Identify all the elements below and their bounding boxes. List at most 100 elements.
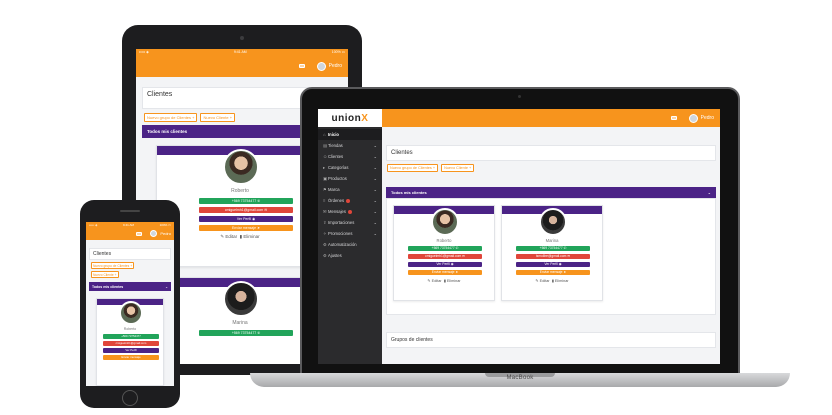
sidebar-item-marca[interactable]: ⚑Marca ⌄ [318,184,382,195]
sidebar-item-automatizacion[interactable]: ⚙Automatización [318,239,382,250]
send-icon: ➤ [563,270,567,274]
new-group-button[interactable]: Nuevo grupo de Clientes + [144,113,198,122]
whatsapp-icon: ✆ [455,246,459,250]
page-title: Clientes [93,251,112,257]
client-phone[interactable]: +569 73754477 ✆ [199,198,293,204]
client-card: Roberto +569 73754477 cmiguelmh1@gmail.c… [96,298,164,386]
client-photo [539,208,567,236]
trash-icon[interactable]: ▮ [552,279,554,283]
user-menu[interactable]: Pedro [688,113,714,123]
chevron-down-icon[interactable]: ⌄ [165,285,168,289]
client-email[interactable]: cmiguelmh1@gmail.com ✉ [199,207,293,213]
new-group-button[interactable]: Nuevo grupo de Clientes + [387,164,439,172]
chevron-down-icon: ⌄ [373,220,377,225]
client-phone[interactable]: +569 73754477 ✆ [408,246,482,251]
sidebar-item-ajustes[interactable]: ⚙Ajustes [318,250,382,261]
fullscreen-icon[interactable] [136,231,143,236]
view-profile-button[interactable]: Ver Perfil ◉ [199,216,293,222]
section-header[interactable]: Todos mis clientes ⌄ [386,187,716,198]
home-button[interactable] [122,390,138,406]
user-menu[interactable]: Pedro [316,61,342,71]
chevron-down-icon[interactable]: ⌄ [708,190,711,195]
chevron-down-icon: ⌄ [373,154,377,159]
new-client-button[interactable]: Nuevo Cliente + [200,113,236,122]
new-client-button[interactable]: Nuevo Cliente + [441,164,475,172]
sidebar-item-tiendas[interactable]: ▤Tiendas ⌄ [318,140,382,151]
sidebar-item-content: ✉Mensajes [323,209,352,214]
sidebar-item-content: ≡ Órdenes [323,198,351,203]
sidebar-item-ordenes[interactable]: ≡ Órdenes ⌄ [318,195,382,206]
user-name: Pedro [328,63,342,69]
toolbar: Nuevo grupo de Clientes + Nuevo Cliente … [387,164,475,172]
sidebar-item-categorias[interactable]: ▸ Categorías ⌄ [318,162,382,173]
client-photo [119,301,143,325]
trash-icon[interactable]: ▮ [240,234,242,239]
delete-button[interactable]: Eliminar [447,279,461,283]
sidebar-item-inicio[interactable]: ⌂ Inicio [318,129,382,140]
sidebar-item-label: Categorías [328,165,349,170]
new-client-button[interactable]: Nuevo Cliente + [91,271,119,278]
client-name: Marina [232,320,248,326]
avatar [150,230,158,237]
chevron-down-icon: ⌄ [373,209,377,214]
sidebar-item-importaciones[interactable]: ⇪Importaciones ⌄ [318,217,382,228]
section-title: Todos mis clientes [391,190,427,195]
client-phone[interactable]: +569 73754477 ✆ [199,330,293,336]
client-name: Roberto [231,188,249,194]
groups-title: Grupos de clientes [391,337,433,343]
delete-button[interactable]: Eliminar [243,234,259,239]
sidebar-item-label: Marca [328,187,340,192]
edit-button[interactable]: Editar [432,279,442,283]
sidebar-item-clientes[interactable]: ☺Clientes ⌄ [318,151,382,162]
sidebar-item-content: ▸ Categorías [323,165,348,170]
status-battery: 100% ▭ [331,50,345,54]
eye-icon: ◉ [558,262,562,266]
client-email[interactable]: cmiguelmh1@gmail.com [103,341,159,346]
client-card: Marina +569 73754477 ✆ lsmollire@gmail.c… [501,205,603,301]
send-message-button[interactable]: Enviar mensaje ➤ [516,270,590,275]
chevron-down-icon: ⌄ [373,187,377,192]
sidebar-item-label: Inicio [328,132,339,137]
edit-button[interactable]: Editar [540,279,550,283]
top-navbar: Pedro [382,109,720,127]
trash-icon[interactable]: ▮ [444,279,446,283]
sidebar-item-mensajes[interactable]: ✉Mensajes ⌄ [318,206,382,217]
section-title: Todos mis clientes [92,284,124,289]
client-phone[interactable]: +569 73754477 ✆ [516,246,590,251]
send-message-button[interactable]: Enviar mensaje ➤ [199,225,293,231]
client-phone[interactable]: +569 73754477 [103,334,159,339]
top-navbar: Pedro [136,55,348,77]
edit-button[interactable]: Editar [225,234,237,239]
laptop-screen: union X ⌂ Inicio ▤Tiendas ⌄ ☺Clientes ⌄ ▸ Catego… [318,109,720,364]
edit-icon[interactable]: ✎ [427,279,430,283]
view-profile-button[interactable]: Ver Perfil ◉ [516,262,590,267]
sidebar-item-content: ⚙Automatización [323,242,357,247]
status-battery: 100% ▭ [159,223,171,227]
send-message-button[interactable]: Enviar mensaje [103,355,159,360]
tablet-camera [240,36,244,40]
sidebar-item-content: ⚑Marca [323,187,340,192]
user-menu[interactable]: Pedro [150,230,171,237]
view-profile-button[interactable]: Ver Perfil ◉ [408,262,482,267]
edit-icon[interactable]: ✎ [535,279,538,283]
send-message-button[interactable]: Enviar mensaje ➤ [408,270,482,275]
edit-icon[interactable]: ✎ [220,234,224,239]
section-header[interactable]: Todos mis clientes ⌄ [89,282,171,291]
sidebar-item-promociones[interactable]: ✧Promociones ⌄ [318,228,382,239]
header-panel: Clientes [386,145,716,161]
notification-badge [346,198,351,203]
device-mockup-scene: ••••• ◈ 9:41 AM 100% ▭ Pedro Clientes Nu… [0,0,832,415]
user-name: Pedro [160,231,171,236]
brand-logo[interactable]: union X [318,109,382,127]
new-group-button[interactable]: Nuevo grupo de Clientes + [91,262,135,269]
status-time: 9:41 AM [233,50,247,54]
user-name: Pedro [700,115,714,121]
fullscreen-icon[interactable] [670,116,677,120]
client-email[interactable]: cmiguelmh1@gmail.com ✉ [408,254,482,259]
view-profile-button[interactable]: Ver Perfil [103,348,159,353]
fullscreen-icon[interactable] [298,64,305,68]
delete-button[interactable]: Eliminar [555,279,569,283]
phone-device: ••••• ◈ 9:41 AM 100% ▭ Pedro Clientes Nu… [80,200,180,408]
sidebar-item-productos[interactable]: ▣Productos ⌄ [318,173,382,184]
client-email[interactable]: lsmollire@gmail.com ✉ [516,254,590,259]
